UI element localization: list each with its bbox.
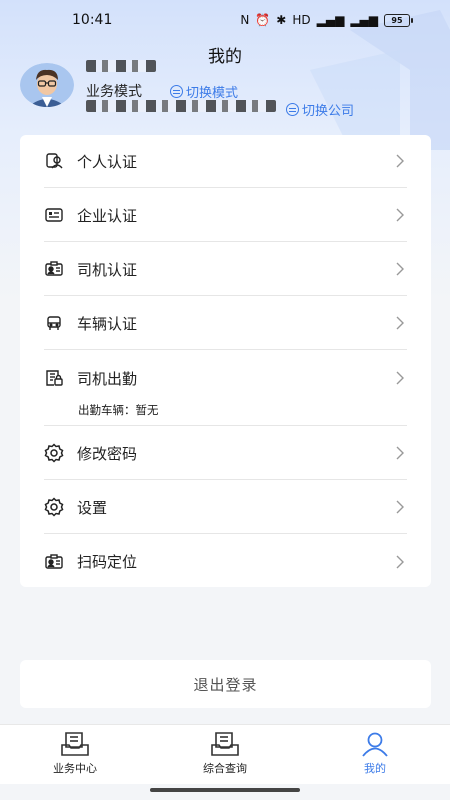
menu-item-label: 企业认证 <box>77 206 138 225</box>
menu-item-company-verify[interactable]: 企业认证 <box>44 189 407 242</box>
menu-card: 个人认证 企业认证 司机认证 车辆认证 司机出勤 出勤车辆：暂无 修改密码 设置… <box>20 135 431 587</box>
tab-label: 我的 <box>364 762 386 775</box>
driver-license-icon <box>44 259 64 279</box>
vehicle-icon <box>44 313 64 333</box>
chevron-right-icon <box>393 316 407 330</box>
company-card-icon <box>44 205 64 225</box>
attendance-vehicle-status: 出勤车辆：暂无 <box>78 403 159 417</box>
business-center-icon <box>59 730 91 758</box>
menu-item-label: 扫码定位 <box>77 553 138 571</box>
menu-item-change-password[interactable]: 修改密码 <box>44 427 407 480</box>
bottom-tab-bar: 业务中心 综合查询 我的 <box>0 724 450 784</box>
tab-business-center[interactable]: 业务中心 <box>0 725 150 784</box>
menu-item-personal-verify[interactable]: 个人认证 <box>44 135 407 188</box>
profile-icon <box>359 730 391 758</box>
status-bar: 10:41 N ⏰ ✱ HD ▂▄▆ ▂▄▆ 95 <box>0 0 450 40</box>
chevron-right-icon <box>393 154 407 168</box>
logout-button[interactable]: 退出登录 <box>20 660 431 708</box>
tab-comprehensive-query[interactable]: 综合查询 <box>150 725 300 784</box>
menu-item-driver-verify[interactable]: 司机认证 <box>44 243 407 296</box>
switch-company-label: 切换公司 <box>302 104 355 119</box>
signal-icon: ▂▄▆ <box>350 13 378 27</box>
avatar[interactable] <box>20 63 74 107</box>
person-id-icon <box>44 151 64 171</box>
query-icon <box>209 730 241 758</box>
status-time: 10:41 <box>72 12 113 28</box>
redacted-name <box>86 60 156 72</box>
menu-item-label: 个人认证 <box>77 152 138 171</box>
switch-mode-link[interactable]: 切换模式 <box>170 82 238 101</box>
chevron-right-icon <box>393 500 407 514</box>
chevron-right-icon <box>393 371 407 385</box>
menu-item-vehicle-verify[interactable]: 车辆认证 <box>44 297 407 350</box>
menu-item-label: 司机认证 <box>77 260 138 279</box>
tab-mine[interactable]: 我的 <box>300 725 450 784</box>
page-title: 我的 <box>208 47 242 67</box>
switch-icon <box>286 103 299 116</box>
menu-item-scan-locate[interactable]: 扫码定位 <box>44 535 407 588</box>
signal-icon: ▂▄▆ <box>316 13 345 27</box>
business-mode-label: 业务模式 <box>86 84 142 100</box>
switch-company-link[interactable]: 切换公司 <box>286 100 354 119</box>
avatar-icon <box>20 63 74 107</box>
chevron-right-icon <box>393 208 407 222</box>
chevron-right-icon <box>393 555 407 569</box>
home-indicator <box>150 788 300 792</box>
gear-icon <box>44 497 64 517</box>
chevron-right-icon <box>393 262 407 276</box>
switch-icon <box>170 85 183 98</box>
nfc-icon: N <box>240 13 250 27</box>
bluetooth-icon: ✱ <box>276 13 287 27</box>
attendance-icon <box>44 368 64 388</box>
switch-mode-label: 切换模式 <box>186 86 239 101</box>
chevron-right-icon <box>393 446 407 460</box>
redacted-company <box>86 100 276 112</box>
tab-label: 综合查询 <box>203 762 247 775</box>
menu-item-label: 车辆认证 <box>77 314 138 333</box>
menu-item-settings[interactable]: 设置 <box>44 481 407 534</box>
battery-icon: 95 <box>384 13 413 27</box>
alarm-icon: ⏰ <box>255 13 271 27</box>
scan-locate-icon <box>44 552 64 572</box>
menu-item-label: 设置 <box>77 498 108 517</box>
tab-label: 业务中心 <box>53 762 97 775</box>
menu-item-label: 司机出勤 <box>77 370 138 388</box>
hd-icon: HD <box>292 13 311 27</box>
menu-item-label: 修改密码 <box>77 444 138 463</box>
status-icons: N ⏰ ✱ HD ▂▄▆ ▂▄▆ 95 <box>240 13 413 27</box>
gear-icon <box>44 443 64 463</box>
